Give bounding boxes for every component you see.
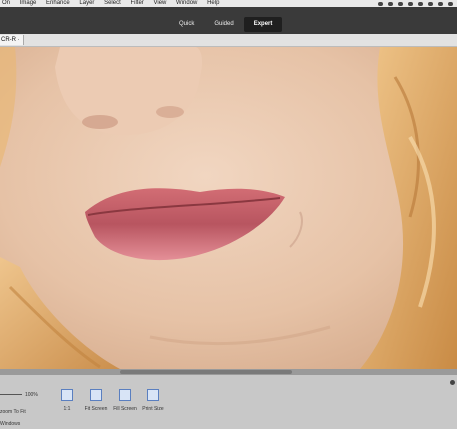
menu-help[interactable]: Help: [207, 0, 219, 7]
zoom-value: 100%: [25, 392, 38, 398]
mode-expert-tab[interactable]: Expert: [243, 17, 283, 32]
zoom-to-fit-label[interactable]: zoom To Fit: [0, 409, 26, 415]
mode-guided-tab[interactable]: Guided: [204, 17, 243, 32]
bottom-panel: 100% zoom To Fit Windows 1:1 Fit Screen …: [0, 375, 457, 429]
mode-quick-tab[interactable]: Quick: [169, 17, 204, 32]
menu-item[interactable]: On: [2, 0, 10, 7]
windows-label[interactable]: Windows: [0, 421, 20, 427]
scrollbar-thumb[interactable]: [120, 370, 292, 374]
document-tab-bar: CR-R ·: [0, 34, 457, 47]
circle-icon[interactable]: [408, 1, 413, 6]
fill-screen-icon: [119, 389, 131, 401]
menu-view[interactable]: View: [153, 0, 166, 7]
document-tab[interactable]: CR-R ·: [0, 35, 24, 45]
image-canvas[interactable]: [0, 47, 457, 369]
mode-bar: Quick Guided Expert: [0, 7, 457, 34]
print-size-button[interactable]: Print Size: [133, 389, 173, 412]
photo-face-closeup: [0, 47, 457, 369]
print-size-icon: [147, 389, 159, 401]
menu-image[interactable]: Image: [20, 0, 37, 7]
menu-window[interactable]: Window: [176, 0, 197, 7]
menu-select[interactable]: Select: [104, 0, 121, 7]
fit-screen-icon: [90, 389, 102, 401]
wifi-icon[interactable]: [438, 1, 443, 6]
zoom-slider[interactable]: [0, 394, 22, 395]
bluetooth-icon[interactable]: [428, 1, 433, 6]
one-to-one-icon: [61, 389, 73, 401]
settings-icon[interactable]: [398, 1, 403, 6]
menu-layer[interactable]: Layer: [79, 0, 94, 7]
notification-icon[interactable]: [378, 1, 383, 6]
mode-switcher: Quick Guided Expert: [169, 17, 283, 32]
user-icon[interactable]: [388, 1, 393, 6]
print-size-label: Print Size: [142, 406, 164, 412]
battery-icon[interactable]: [448, 1, 453, 6]
menu-bar: On Image Enhance Layer Select Filter Vie…: [0, 0, 457, 7]
status-icons: [378, 0, 453, 7]
menu-enhance[interactable]: Enhance: [46, 0, 70, 7]
lock-icon[interactable]: [418, 1, 423, 6]
menu-filter[interactable]: Filter: [130, 0, 143, 7]
panel-options-icon[interactable]: [450, 380, 455, 385]
